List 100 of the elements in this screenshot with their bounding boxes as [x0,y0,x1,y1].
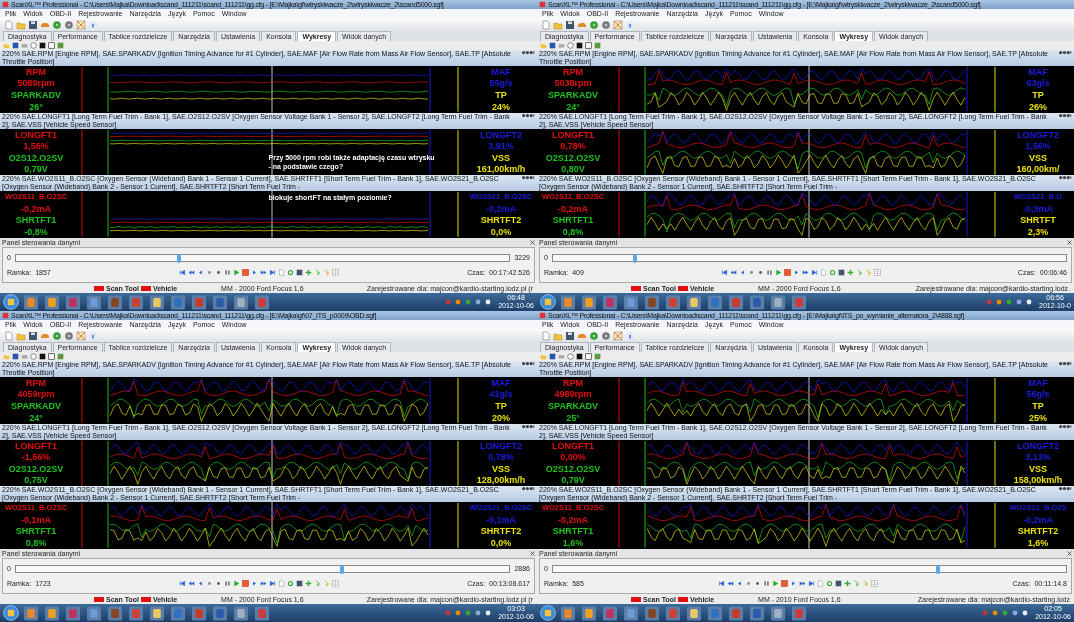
last-icon[interactable] [810,269,818,277]
window-icon[interactable] [48,42,55,49]
window-icon[interactable] [585,353,592,360]
app-icon[interactable] [85,294,103,310]
save-icon[interactable] [12,42,19,49]
table-icon[interactable] [331,580,339,588]
first-icon[interactable] [178,269,186,277]
fast-forward-icon[interactable] [799,580,807,588]
fast-forward-icon[interactable] [259,580,267,588]
record-icon[interactable] [241,580,249,588]
info-icon[interactable] [625,330,635,341]
dot-icon[interactable] [745,580,753,588]
app-icon[interactable] [559,294,577,310]
play-icon[interactable] [772,580,780,588]
dot-icon[interactable] [205,580,213,588]
dot-icon[interactable] [754,580,762,588]
chart-icon[interactable] [57,42,64,49]
save-icon[interactable] [28,330,38,341]
window-icon[interactable] [48,353,55,360]
window-controls-icon[interactable] [1058,50,1072,55]
app-icon[interactable] [580,605,598,621]
pause-icon[interactable] [223,269,231,277]
record-icon[interactable] [241,269,249,277]
save-icon[interactable] [835,580,843,588]
screen-icon[interactable] [576,42,583,49]
close-icon[interactable] [530,551,535,556]
start-button-icon[interactable] [3,605,19,621]
window-controls-icon[interactable] [521,361,535,366]
grid-icon[interactable] [76,19,86,30]
gear-icon[interactable] [589,330,599,341]
chart-icon[interactable] [594,353,601,360]
gear-icon[interactable] [52,19,62,30]
gear-icon[interactable] [589,19,599,30]
app-icon[interactable] [43,605,61,621]
app-icon[interactable] [148,605,166,621]
app-icon[interactable] [685,605,703,621]
rewind-icon[interactable] [727,580,735,588]
table-icon[interactable] [873,269,881,277]
position-slider[interactable] [551,564,1067,573]
rewind-icon[interactable] [187,269,195,277]
chart-icon[interactable] [57,353,64,360]
close-icon[interactable] [1067,551,1072,556]
rewind-icon[interactable] [187,580,195,588]
close-icon[interactable] [530,240,535,245]
fast-forward-icon[interactable] [259,269,267,277]
position-slider[interactable] [14,564,511,573]
grid-icon[interactable] [613,330,623,341]
cog-icon[interactable] [601,330,611,341]
save-icon[interactable] [565,330,575,341]
record-icon[interactable] [783,269,791,277]
table-icon[interactable] [871,580,879,588]
app-icon[interactable] [769,605,787,621]
window-controls-icon[interactable] [521,112,535,118]
last-icon[interactable] [268,269,276,277]
play-icon[interactable] [774,269,782,277]
save-icon[interactable] [28,19,38,30]
first-icon[interactable] [720,269,728,277]
slider-thumb[interactable] [176,253,181,263]
step-back-icon[interactable] [736,580,744,588]
save-icon[interactable] [295,580,303,588]
cog-icon[interactable] [64,19,74,30]
document-icon[interactable] [541,330,551,341]
slider-thumb[interactable] [633,253,637,263]
app-icon[interactable] [22,294,40,310]
app-icon[interactable] [232,294,250,310]
pause-icon[interactable] [223,580,231,588]
save-icon[interactable] [12,353,19,360]
app-icon[interactable] [85,605,103,621]
window-controls-icon[interactable] [1058,112,1072,118]
app-icon[interactable] [22,605,40,621]
window-controls-icon[interactable] [521,50,535,55]
first-icon[interactable] [718,580,726,588]
close-icon[interactable] [1067,240,1072,245]
pause-icon[interactable] [763,580,771,588]
slider-thumb[interactable] [935,564,940,574]
dot-icon[interactable] [214,580,222,588]
chart-icon[interactable] [594,42,601,49]
pause-icon[interactable] [765,269,773,277]
app-icon[interactable] [622,294,640,310]
save-icon[interactable] [565,19,575,30]
screen-icon[interactable] [576,353,583,360]
info-icon[interactable] [88,19,98,30]
save-icon[interactable] [549,42,556,49]
app-icon[interactable] [769,294,787,310]
dot-icon[interactable] [747,269,755,277]
position-slider[interactable] [551,253,1067,262]
start-button-icon[interactable] [3,294,19,310]
grid-icon[interactable] [76,330,86,341]
app-icon[interactable] [559,605,577,621]
document-icon[interactable] [4,330,14,341]
window-controls-icon[interactable] [1058,175,1072,181]
app-icon[interactable] [148,294,166,310]
last-icon[interactable] [268,580,276,588]
gear-icon[interactable] [52,330,62,341]
window-controls-icon[interactable] [521,423,535,429]
window-controls-icon[interactable] [521,175,535,181]
cog-icon[interactable] [64,330,74,341]
save-icon[interactable] [549,353,556,360]
start-button-icon[interactable] [540,294,556,310]
window-controls-icon[interactable] [1058,423,1072,429]
